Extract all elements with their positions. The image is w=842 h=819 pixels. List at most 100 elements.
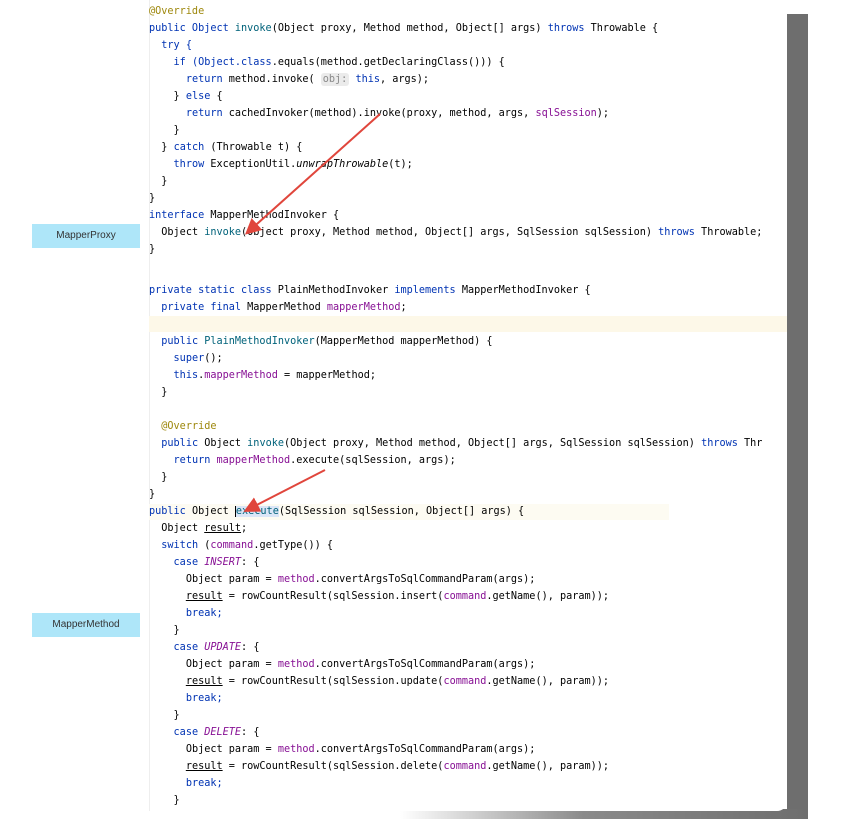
code-token: Throwable { <box>584 23 659 34</box>
code-token: } <box>173 795 180 806</box>
window-shadow-right <box>787 14 808 819</box>
variable-token: result <box>185 676 223 687</box>
code-line: Object result; <box>149 520 787 537</box>
code-token: private final <box>161 302 242 313</box>
code-token: ; <box>400 302 407 313</box>
code-token: case <box>173 557 199 568</box>
code-token: throws <box>658 227 695 238</box>
method-name-selected[interactable]: execute <box>234 506 279 517</box>
code-token: catch <box>173 142 205 153</box>
code-token: (SqlSession sqlSession, Object[] args) { <box>278 506 525 517</box>
code-line: case INSERT: { <box>149 554 787 571</box>
code-token: .convertArgsToSqlCommandParam(args); <box>314 574 536 585</box>
field-token: mapperMethod <box>326 302 401 313</box>
code-line: Object param = method.convertArgsToSqlCo… <box>149 741 787 758</box>
field-token: sqlSession <box>535 108 597 119</box>
code-token: public <box>149 506 186 517</box>
method-name[interactable]: PlainMethodInvoker <box>204 336 314 347</box>
code-token: private static class <box>149 285 272 296</box>
code-token: unwrapThrowable <box>296 159 389 170</box>
code-token: (t); <box>388 159 413 170</box>
code-token: Object param = <box>185 574 278 585</box>
code-token: super <box>173 353 205 364</box>
code-token: return <box>185 108 223 119</box>
code-line: try { <box>149 37 787 54</box>
code-token: MapperMethodInvoker { <box>455 285 591 296</box>
code-token: : { <box>241 557 260 568</box>
code-line: } <box>149 469 787 486</box>
code-token: MapperMethodInvoker { <box>204 210 340 221</box>
code-line: break; <box>149 690 787 707</box>
code-line: result = rowCountResult(sqlSession.delet… <box>149 758 787 775</box>
code-token: case <box>173 727 199 738</box>
code-line: super(); <box>149 350 787 367</box>
code-token: (Object proxy, Method method, Object[] a… <box>241 227 659 238</box>
field-token: command <box>443 591 487 602</box>
code-token: public <box>161 438 199 449</box>
code-token: throws <box>701 438 738 449</box>
code-token: break; <box>185 778 223 789</box>
field-token: mapperMethod <box>216 455 291 466</box>
code-token: (Object proxy, Method method, Object[] a… <box>271 23 548 34</box>
code-token: if (Object. <box>173 57 242 68</box>
code-line: } <box>149 792 787 809</box>
code-line: Object invoke(Object proxy, Method metho… <box>149 224 787 241</box>
code-line: } <box>149 707 787 724</box>
parameter-inlay-hint: obj: <box>320 73 350 86</box>
code-line: } <box>149 241 787 258</box>
code-token: = rowCountResult(sqlSession.delete( <box>222 761 444 772</box>
code-token: } <box>161 387 168 398</box>
code-line: public PlainMethodInvoker(MapperMethod m… <box>149 333 787 350</box>
variable-token: result <box>185 761 223 772</box>
code-token: interface <box>149 210 205 221</box>
variable-token: result <box>185 591 223 602</box>
code-line: case UPDATE: { <box>149 639 787 656</box>
code-line: private final MapperMethod mapperMethod; <box>149 299 787 316</box>
code-token: try { <box>161 40 192 51</box>
code-line: interface MapperMethodInvoker { <box>149 207 787 224</box>
code-token: else <box>185 91 211 102</box>
code-token: Object <box>198 438 248 449</box>
code-token: Object <box>185 506 235 517</box>
code-token: Object param = <box>185 659 278 670</box>
code-token: implements <box>394 285 456 296</box>
code-token: ExceptionUtil. <box>204 159 297 170</box>
code-token: return <box>185 74 223 85</box>
code-token: break; <box>185 608 223 619</box>
code-line: case DELETE: { <box>149 724 787 741</box>
method-name[interactable]: invoke <box>235 23 272 34</box>
method-name[interactable]: invoke <box>247 438 284 449</box>
code-line: } <box>149 384 787 401</box>
code-token: class <box>241 57 272 68</box>
code-token: Thr <box>737 438 763 449</box>
code-token: : { <box>241 642 260 653</box>
code-line: public Object execute(SqlSession sqlSess… <box>149 503 787 520</box>
code-token: = rowCountResult(sqlSession.insert( <box>222 591 444 602</box>
field-token: mapperMethod <box>204 370 278 381</box>
method-name[interactable]: invoke <box>204 227 241 238</box>
code-line: } <box>149 190 787 207</box>
code-token: method.invoke( <box>222 74 321 85</box>
code-token: .execute(sqlSession, args); <box>290 455 456 466</box>
code-line: result = rowCountResult(sqlSession.inser… <box>149 588 787 605</box>
code-token: } <box>149 489 156 500</box>
code-token: ; <box>241 523 248 534</box>
code-token: = mapperMethod; <box>277 370 376 381</box>
code-token: .convertArgsToSqlCommandParam(args); <box>314 659 536 670</box>
code-editor[interactable]: @Override public Object invoke(Object pr… <box>143 0 787 811</box>
code-token: { <box>210 91 223 102</box>
code-line: return cachedInvoker(method).invoke(prox… <box>149 105 787 122</box>
code-token: , args); <box>380 74 430 85</box>
field-token: command <box>443 761 487 772</box>
code-token: .equals(method.getDeclaringClass())) { <box>271 57 505 68</box>
mapper-method-label: MapperMethod <box>32 613 140 637</box>
code-token: Throwable; <box>694 227 763 238</box>
variable-token: result <box>204 523 242 534</box>
code-token: } <box>173 710 180 721</box>
code-token: (); <box>204 353 223 364</box>
code-line: } <box>149 622 787 639</box>
code-token: public Object <box>149 23 235 34</box>
highlighted-empty-line <box>149 316 787 332</box>
code-token: .convertArgsToSqlCommandParam(args); <box>314 744 536 755</box>
code-token: switch <box>161 540 199 551</box>
